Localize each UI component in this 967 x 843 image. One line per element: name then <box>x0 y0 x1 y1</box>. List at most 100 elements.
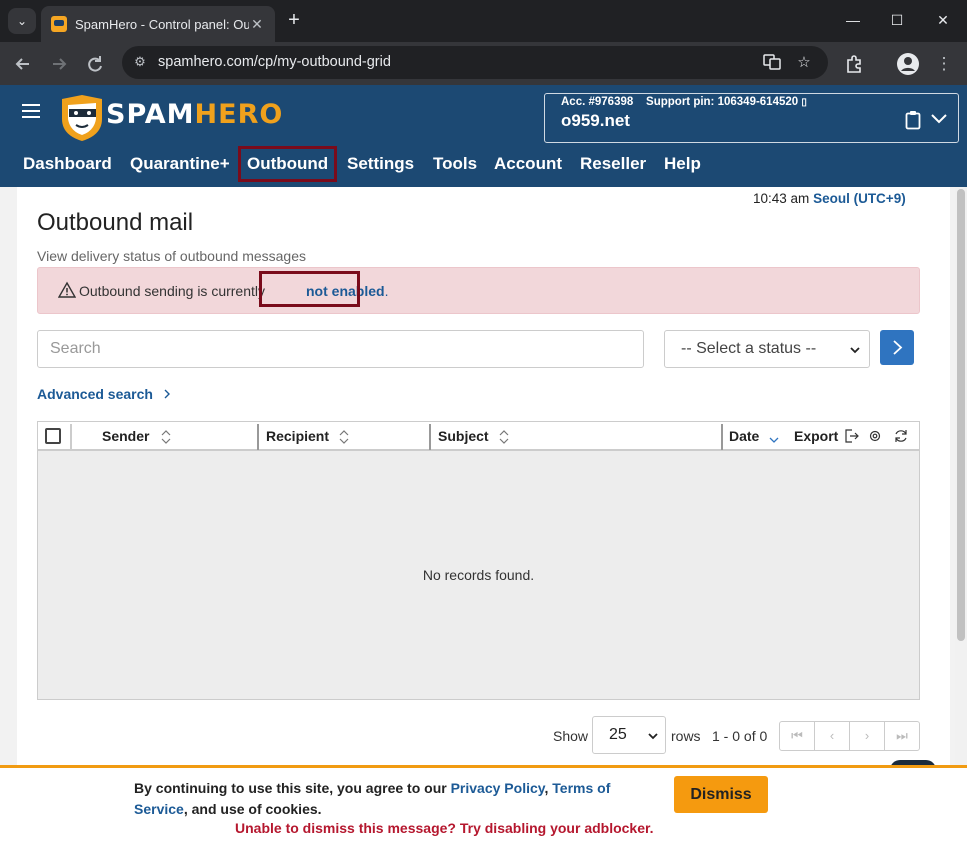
search-placeholder: Search <box>50 340 101 357</box>
column-divider[interactable] <box>721 424 723 450</box>
next-page-icon[interactable]: › <box>850 722 885 750</box>
address-bar[interactable]: ⚙ spamhero.com/cp/my-outbound-grid ☆ <box>122 46 828 79</box>
column-subject[interactable]: Subject <box>438 428 489 444</box>
refresh-icon[interactable] <box>893 428 909 444</box>
extensions-icon[interactable] <box>840 50 868 78</box>
select-caret-icon <box>849 343 861 355</box>
hamburger-menu-icon[interactable] <box>22 104 40 118</box>
nav-settings[interactable]: Settings <box>347 154 414 174</box>
advanced-search-link[interactable]: Advanced search <box>37 386 173 402</box>
last-page-icon[interactable]: ⏭ <box>885 722 919 750</box>
chevron-right-icon <box>164 389 170 399</box>
nav-dashboard[interactable]: Dashboard <box>23 154 112 174</box>
cookie-text-start: By continuing to use this site, you agre… <box>134 780 451 796</box>
column-divider[interactable] <box>429 424 431 450</box>
bookmark-star-icon[interactable]: ☆ <box>794 53 814 73</box>
time-value: 10:43 am <box>753 191 810 206</box>
rows-per-page-value: 25 <box>609 726 627 743</box>
clipboard-icon[interactable] <box>905 110 921 136</box>
search-input[interactable]: Search <box>37 330 644 368</box>
support-pin: Support pin: 106349-614520 <box>646 96 799 108</box>
back-arrow-icon[interactable] <box>9 50 37 78</box>
tab-title: SpamHero - Control panel: Ou <box>75 16 249 32</box>
site-settings-icon[interactable]: ⚙ <box>132 54 148 70</box>
select-all-checkbox[interactable] <box>45 428 61 444</box>
nav-tools[interactable]: Tools <box>433 154 477 174</box>
empty-grid-message: No records found. <box>422 567 535 583</box>
not-enabled-highlight-box <box>259 271 360 307</box>
show-label: Show <box>553 728 589 744</box>
outbound-grid: Sender Recipient Subject Date Export No … <box>37 421 920 700</box>
account-info: Acc. #976398 Support pin: 106349-614520 … <box>561 96 807 108</box>
alert-period: . <box>384 283 389 299</box>
close-window-button[interactable]: ✕ <box>930 8 956 32</box>
translate-icon[interactable] <box>762 53 782 73</box>
page-subtitle: View delivery status of outbound message… <box>37 248 307 264</box>
sort-icon[interactable] <box>161 430 171 444</box>
rows-per-page-select[interactable]: 25 <box>592 716 666 754</box>
new-tab-button[interactable]: + <box>283 8 305 32</box>
cookie-banner: By continuing to use this site, you agre… <box>0 765 967 843</box>
privacy-policy-link[interactable]: Privacy Policy <box>451 780 545 796</box>
maximize-window-button[interactable]: ☐ <box>884 8 910 32</box>
pagination-range: 1 - 0 of 0 <box>712 728 768 744</box>
pagination-controls: ⏮ ‹ › ⏭ <box>779 721 920 751</box>
browser-tab[interactable]: SpamHero - Control panel: Ou ✕ <box>41 6 275 42</box>
account-number: Acc. #976398 <box>561 96 634 108</box>
tab-search-button[interactable]: ⌄ <box>8 8 36 34</box>
column-date[interactable]: Date <box>729 428 759 444</box>
page-scrollbar[interactable] <box>955 187 967 767</box>
sort-icon[interactable] <box>499 430 509 444</box>
dismiss-button[interactable]: Dismiss <box>674 776 768 813</box>
timezone-link[interactable]: Seoul (UTC+9) <box>813 191 906 206</box>
spamhero-mascot-icon <box>62 95 102 141</box>
nav-help[interactable]: Help <box>664 154 701 174</box>
settings-gear-icon[interactable] <box>868 429 882 443</box>
outbound-highlight-box <box>238 146 337 182</box>
warning-triangle-icon <box>57 281 77 299</box>
main-nav: Dashboard Quarantine+ Outbound Settings … <box>0 145 967 185</box>
page-title: Outbound mail <box>37 209 194 236</box>
previous-page-icon[interactable]: ‹ <box>815 722 850 750</box>
search-submit-button[interactable] <box>880 330 914 365</box>
account-domain: o959.net <box>561 111 630 130</box>
export-icon[interactable] <box>843 428 859 444</box>
first-page-icon[interactable]: ⏮ <box>780 722 815 750</box>
profile-avatar-icon[interactable] <box>894 50 922 78</box>
chevron-right-icon <box>893 340 903 355</box>
alert-text: Outbound sending is currently <box>79 283 265 299</box>
column-divider <box>70 424 72 450</box>
outbound-disabled-alert: Outbound sending is currently not enable… <box>37 267 920 314</box>
copy-icon[interactable]: ▯ <box>801 97 807 108</box>
account-selector[interactable]: Acc. #976398 Support pin: 106349-614520 … <box>544 93 959 143</box>
chevron-down-icon[interactable] <box>929 108 949 128</box>
status-select-value: -- Select a status -- <box>681 340 817 357</box>
browser-menu-icon[interactable]: ⋮ <box>930 50 958 78</box>
column-sender[interactable]: Sender <box>102 428 149 444</box>
cookie-text-end: , and use of cookies. <box>183 801 322 817</box>
select-caret-icon <box>648 733 658 740</box>
cookie-message: By continuing to use this site, you agre… <box>134 778 654 820</box>
nav-reseller[interactable]: Reseller <box>580 154 646 174</box>
status-select[interactable]: -- Select a status -- <box>664 330 870 368</box>
column-divider[interactable] <box>257 424 259 450</box>
sort-icon[interactable] <box>339 430 349 444</box>
url-text: spamhero.com/cp/my-outbound-grid <box>158 54 391 70</box>
export-button[interactable]: Export <box>794 428 838 444</box>
tab-close-icon[interactable]: ✕ <box>249 16 265 33</box>
column-recipient[interactable]: Recipient <box>266 428 329 444</box>
scrollbar-thumb[interactable] <box>957 189 965 641</box>
browser-tab-bar: ⌄ SpamHero - Control panel: Ou ✕ + — ☐ ✕ <box>0 0 967 42</box>
nav-quarantine[interactable]: Quarantine+ <box>130 154 230 174</box>
logo-wordmark: SPAMHERO <box>106 99 284 130</box>
nav-account[interactable]: Account <box>494 154 562 174</box>
adblock-warning: Unable to dismiss this message? Try disa… <box>235 820 654 836</box>
spamhero-favicon-icon <box>51 16 67 32</box>
minimize-window-button[interactable]: — <box>840 8 866 32</box>
forward-arrow-icon[interactable] <box>45 50 73 78</box>
sort-desc-icon[interactable] <box>769 430 779 444</box>
rows-label: rows <box>671 728 701 744</box>
advanced-search-label[interactable]: Advanced search <box>37 386 153 402</box>
reload-icon[interactable] <box>81 50 109 78</box>
current-time: 10:43 am Seoul (UTC+9) <box>753 191 906 206</box>
